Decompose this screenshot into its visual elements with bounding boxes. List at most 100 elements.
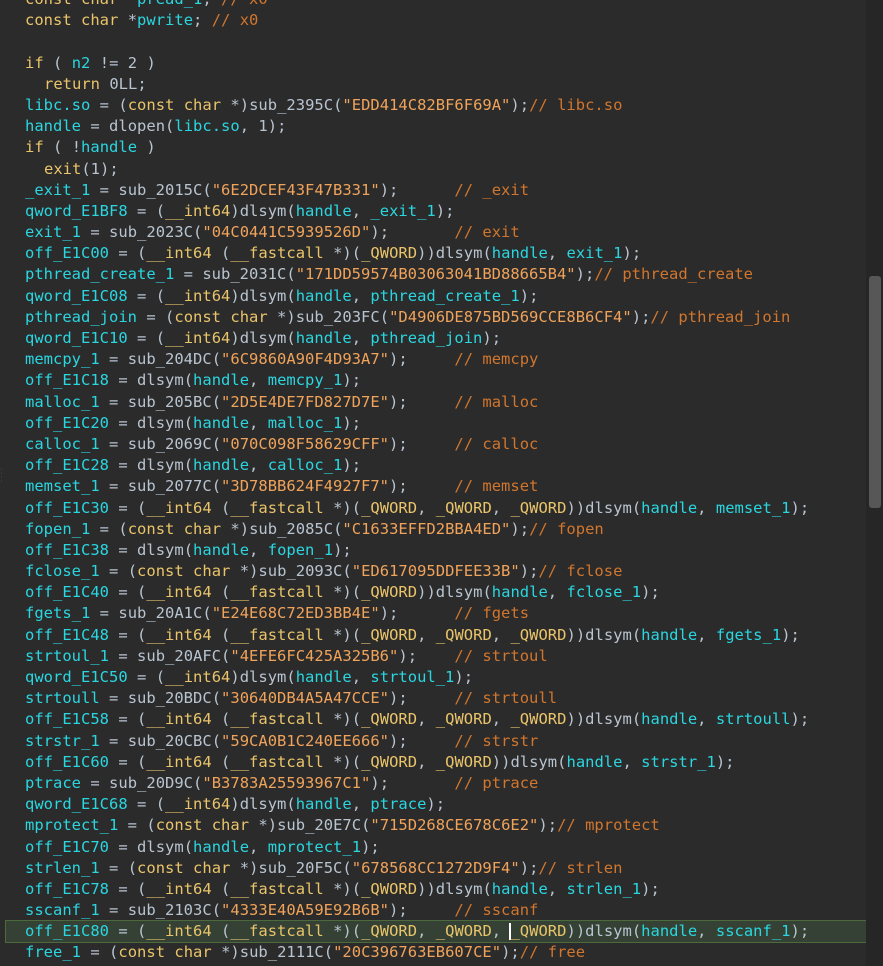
code-line-current[interactable]: off_E1C80 = (__int64 (__fastcall *)(_QWO… bbox=[5, 920, 866, 944]
code-punctuation: ; bbox=[379, 773, 390, 792]
code-punctuation: ( bbox=[351, 244, 362, 263]
code-line[interactable]: strlen_1 = (const char *)sub_20F5C("6785… bbox=[0, 858, 866, 879]
vertical-scrollbar[interactable] bbox=[866, 0, 883, 966]
code-line[interactable]: return 0LL; bbox=[0, 74, 866, 95]
code-line[interactable]: mprotect_1 = (const char *)sub_20E7C("71… bbox=[0, 815, 866, 836]
code-line[interactable]: pthread_create_1 = sub_2031C("171DD59574… bbox=[0, 264, 866, 285]
code-line[interactable]: off_E1C70 = dlsym(handle, mprotect_1); bbox=[0, 837, 866, 858]
function-name: sub_2085C bbox=[249, 519, 334, 538]
code-line[interactable]: qword_E1C50 = (__int64)dlsym(handle, str… bbox=[0, 667, 866, 688]
code-punctuation: ; bbox=[370, 837, 380, 856]
code-punctuation: ( bbox=[137, 244, 147, 263]
code-line[interactable]: sscanf_1 = sub_2103C("4333E40A59E92B6B")… bbox=[0, 900, 866, 921]
code-line[interactable]: off_E1C40 = (__int64 (__fastcall *)(_QWO… bbox=[0, 582, 866, 603]
keyword: __fastcall bbox=[230, 879, 324, 898]
code-punctuation: = bbox=[118, 710, 128, 729]
code-punctuation bbox=[100, 732, 109, 750]
identifier: off_E1C80 bbox=[25, 922, 109, 941]
code-line[interactable]: malloc_1 = sub_205BC("2D5E4DE7FD827D7E")… bbox=[0, 392, 866, 413]
code-line[interactable]: strstr_1 = sub_20CBC("59CA0B1C240EE666")… bbox=[0, 731, 866, 752]
code-punctuation: ) bbox=[342, 710, 352, 729]
code-line[interactable]: qword_E1C68 = (__int64)dlsym(handle, ptr… bbox=[0, 794, 866, 815]
code-line[interactable]: strtoull = sub_20BDC("30640DB4A5A47CCE")… bbox=[0, 688, 866, 709]
code-line[interactable]: off_E1C78 = (__int64 (__fastcall *)(_QWO… bbox=[0, 879, 866, 900]
code-line[interactable]: pthread_join = (const char *)sub_203FC("… bbox=[0, 307, 866, 328]
function-name: dlsym bbox=[585, 710, 632, 729]
code-punctuation bbox=[174, 265, 183, 283]
identifier: off_E1C70 bbox=[25, 837, 109, 856]
code-punctuation bbox=[137, 138, 146, 156]
code-punctuation: ( bbox=[183, 540, 194, 559]
identifier: fclose_1 bbox=[25, 562, 100, 581]
keyword: __fastcall bbox=[230, 752, 324, 771]
code-line[interactable]: off_E1C30 = (__int64 (__fastcall *)(_QWO… bbox=[0, 498, 866, 519]
keyword: __int64 bbox=[146, 244, 212, 263]
code-punctuation bbox=[128, 414, 137, 432]
code-line[interactable]: ptrace = sub_20D9C("B3783A25593967C1"); … bbox=[0, 773, 866, 794]
identifier: sscanf_1 bbox=[715, 922, 791, 941]
code-punctuation: ( bbox=[286, 795, 296, 814]
code-line[interactable]: handle = dlopen(libc.so, 1); bbox=[0, 116, 866, 137]
code-comment: // memcpy bbox=[454, 350, 539, 369]
keyword: _QWORD bbox=[510, 498, 567, 517]
code-line[interactable]: qword_E1BF8 = (__int64)dlsym(handle, _ex… bbox=[0, 201, 866, 222]
code-punctuation: ) bbox=[389, 731, 399, 750]
code-line[interactable]: libc.so = (const char *)sub_2395C("EDD41… bbox=[0, 95, 866, 116]
code-punctuation bbox=[109, 96, 118, 114]
function-name: sub_203FC bbox=[295, 307, 380, 326]
code-line[interactable]: off_E1C28 = dlsym(handle, calloc_1); bbox=[0, 455, 866, 476]
code-line[interactable]: off_E1C58 = (__int64 (__fastcall *)(_QWO… bbox=[0, 709, 866, 730]
code-punctuation bbox=[426, 499, 435, 517]
code-punctuation bbox=[408, 732, 455, 750]
code-punctuation: ) bbox=[342, 752, 352, 771]
code-line[interactable]: calloc_1 = sub_2069C("070C098F58629CFF")… bbox=[0, 434, 866, 455]
identifier: off_E1C00 bbox=[25, 244, 109, 263]
code-punctuation: ( bbox=[127, 562, 138, 581]
code-line[interactable] bbox=[0, 31, 866, 52]
code-punctuation: ( bbox=[221, 710, 231, 729]
function-name: dlsym bbox=[510, 752, 558, 771]
code-line[interactable]: strtoul_1 = sub_20AFC("4EFE6FC425A325B6"… bbox=[0, 646, 866, 667]
code-line[interactable]: off_E1C48 = (__int64 (__fastcall *)(_QWO… bbox=[0, 625, 866, 646]
function-name: sub_20F5C bbox=[258, 858, 343, 877]
code-punctuation bbox=[324, 753, 333, 771]
code-punctuation bbox=[249, 117, 258, 135]
code-line[interactable]: off_E1C38 = dlsym(handle, fopen_1); bbox=[0, 540, 866, 561]
code-line[interactable]: exit(1); bbox=[0, 159, 866, 180]
identifier: qword_E1BF8 bbox=[25, 201, 128, 220]
keyword: __fastcall bbox=[230, 710, 324, 729]
code-punctuation: ; bbox=[435, 795, 446, 814]
code-punctuation: ( bbox=[155, 286, 166, 305]
code-line[interactable]: off_E1C60 = (__int64 (__fastcall *)(_QWO… bbox=[0, 752, 866, 773]
code-line[interactable]: const char *pwrite; // x0 bbox=[0, 10, 866, 31]
scrollbar-thumb[interactable] bbox=[869, 276, 881, 508]
code-line[interactable]: memcpy_1 = sub_204DC("6C9860A90F4D93A7")… bbox=[0, 349, 866, 370]
identifier: pthread_join bbox=[370, 329, 483, 347]
code-line[interactable]: const char *pread_1; // x0 bbox=[0, 0, 866, 10]
code-line[interactable]: fopen_1 = (const char *)sub_2085C("C1633… bbox=[0, 519, 866, 540]
code-line[interactable]: memset_1 = sub_2077C("3D78BB624F4927F7")… bbox=[0, 476, 866, 497]
code-line[interactable]: free_1 = (const char *)sub_2111C("20C396… bbox=[0, 942, 866, 963]
code-punctuation: = bbox=[137, 795, 147, 814]
code-line[interactable]: _exit_1 = sub_2015C("6E2DCEF43F47B331");… bbox=[0, 180, 866, 201]
code-editor[interactable]: const char *pread_1; // x0const char *pw… bbox=[0, 0, 866, 966]
keyword: __int64 bbox=[165, 329, 231, 347]
code-line[interactable]: qword_E1C10 = (__int64)dlsym(handle, pth… bbox=[0, 328, 866, 349]
function-name: sub_2103C bbox=[127, 901, 212, 920]
identifier: strlen_1 bbox=[566, 879, 642, 898]
code-line[interactable]: fgets_1 = sub_20A1C("E24E68C72ED3BB4E");… bbox=[0, 603, 866, 624]
code-line[interactable]: off_E1C18 = dlsym(handle, memcpy_1); bbox=[0, 370, 866, 391]
code-line[interactable]: exit_1 = sub_2023C("04C0441C5939526D"); … bbox=[0, 222, 866, 243]
code-line[interactable]: off_E1C20 = dlsym(handle, malloc_1); bbox=[0, 413, 866, 434]
code-line[interactable]: if ( n2 != 2 ) bbox=[0, 53, 866, 74]
keyword: const bbox=[174, 307, 222, 326]
code-line[interactable]: off_E1C00 = (__int64 (__fastcall *)(_QWO… bbox=[0, 243, 866, 264]
code-punctuation: ( bbox=[193, 773, 203, 792]
code-comment: // pthread_create bbox=[594, 265, 753, 284]
code-line[interactable]: if ( !handle ) bbox=[0, 137, 866, 158]
code-comment: // _exit bbox=[454, 180, 530, 199]
code-punctuation: , bbox=[697, 498, 707, 517]
code-line[interactable]: qword_E1C08 = (__int64)dlsym(handle, pth… bbox=[0, 286, 866, 307]
code-line[interactable]: fclose_1 = (const char *)sub_2093C("ED61… bbox=[0, 561, 866, 582]
code-punctuation bbox=[137, 816, 146, 834]
